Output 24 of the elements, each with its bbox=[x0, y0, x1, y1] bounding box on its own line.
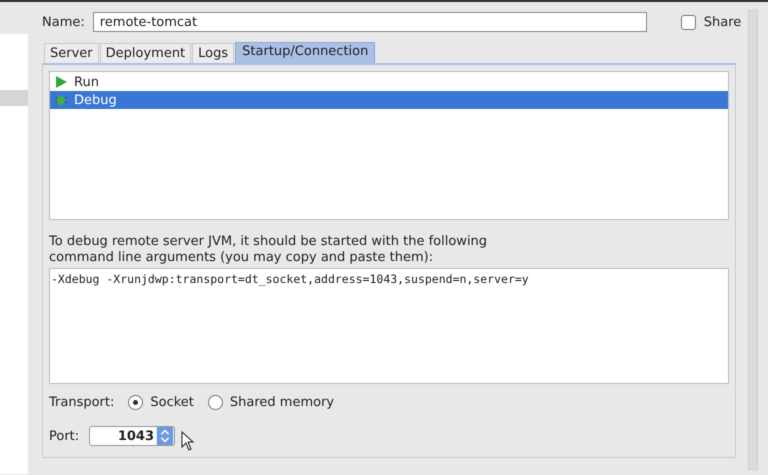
radio-button[interactable] bbox=[128, 394, 144, 410]
tab[interactable]: Startup/Connection bbox=[235, 42, 376, 63]
radio-label: Socket bbox=[150, 394, 194, 410]
name-field[interactable]: remote-tomcat bbox=[92, 12, 647, 32]
spinner-arrows-icon[interactable] bbox=[156, 427, 174, 445]
radio-label: Shared memory bbox=[230, 394, 334, 410]
arguments-area[interactable]: -Xdebug -Xrunjdwp:transport=dt_socket,address=1043,suspend=n,server=y bbox=[49, 268, 729, 384]
mouse-cursor-icon bbox=[181, 431, 195, 451]
port-spinner[interactable]: 1043 bbox=[89, 426, 175, 446]
name-label: Name: bbox=[42, 14, 85, 30]
tab[interactable]: Logs bbox=[192, 43, 234, 63]
mode-item[interactable]: Debug bbox=[50, 91, 728, 109]
tab[interactable]: Deployment bbox=[100, 43, 192, 63]
scrollbar[interactable] bbox=[748, 10, 758, 470]
port-label: Port: bbox=[49, 428, 80, 444]
mode-item[interactable]: Run bbox=[50, 73, 728, 91]
description-text: To debug remote server JVM, it should be started with the following command line arguments (you may copy and paste them): bbox=[49, 234, 488, 266]
bug-icon bbox=[54, 93, 68, 107]
tab[interactable]: Server bbox=[44, 43, 99, 63]
radio-button[interactable] bbox=[208, 394, 223, 410]
share-checkbox[interactable] bbox=[680, 14, 696, 30]
transport-label: Transport: bbox=[49, 394, 114, 410]
share-label: Share bbox=[704, 14, 742, 30]
play-icon bbox=[54, 75, 68, 89]
